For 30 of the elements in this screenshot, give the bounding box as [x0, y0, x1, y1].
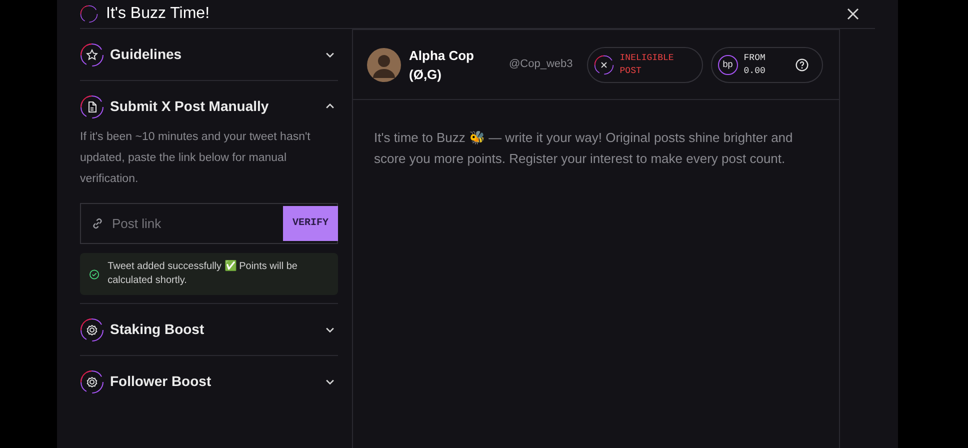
verify-button[interactable]: VERIFY [283, 206, 338, 241]
points-text: FROM 0.00 [744, 52, 766, 78]
status-text: INELIGIBLE POST [620, 52, 675, 78]
section-title: Follower Boost [110, 372, 212, 391]
badge-label: bp [718, 54, 738, 74]
author-handle[interactable]: @Cop_web3 [509, 56, 573, 73]
section-title: Submit X Post Manually [110, 97, 269, 116]
document-icon [80, 94, 104, 118]
section-header[interactable]: Guidelines [80, 29, 338, 80]
link-icon [91, 217, 104, 230]
section-header[interactable]: Staking Boost [80, 304, 338, 355]
dialog-title: It's Buzz Time! [106, 4, 210, 24]
section-description: If it's been ~10 minutes and your tweet hasn't updated, paste the link below for manual verification. [80, 130, 312, 187]
author-name: Alpha Cop (Ø,G) [409, 46, 475, 84]
section-title: Guidelines [110, 45, 182, 64]
gear-icon [80, 318, 104, 342]
notice-text: Tweet added successfully ✅ Points will be calculated shortly. [108, 260, 298, 288]
gear-icon [80, 370, 104, 394]
section-header[interactable]: Submit X Post Manually [80, 81, 338, 132]
close-circle-icon [594, 54, 614, 74]
close-icon[interactable] [846, 7, 860, 21]
star-icon [80, 42, 104, 66]
avatar [367, 48, 401, 82]
section-header[interactable]: Follower Boost [80, 356, 338, 407]
post-text: It's time to Buzz 🐝 — write it your way! Original posts shine brighter and score you more points. Register your interest to make every post count. [373, 129, 794, 168]
post-link-field[interactable]: Post link VERIFY [80, 203, 338, 244]
section-title: Staking Boost [110, 320, 204, 339]
check-circle-icon [89, 268, 100, 280]
logo-icon [80, 5, 98, 23]
help-icon[interactable] [794, 58, 809, 72]
